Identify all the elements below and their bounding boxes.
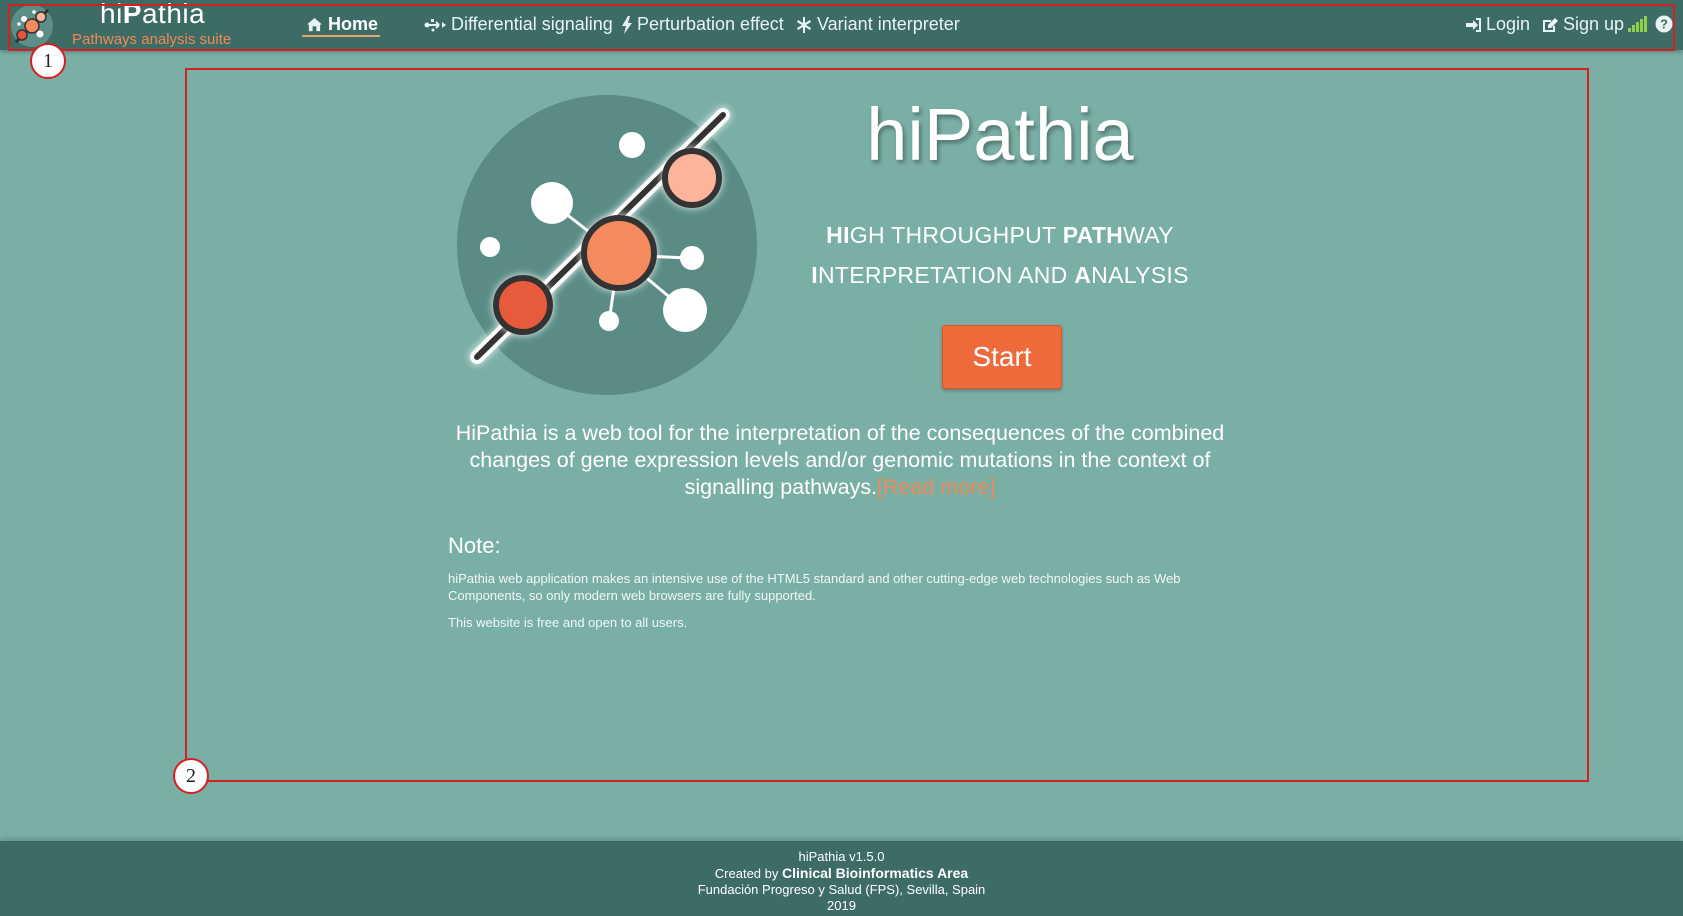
footer: hiPathia v1.5.0 Created by Clinical Bioi… — [0, 841, 1683, 916]
hero-title: hiPathia — [850, 92, 1150, 177]
tagline-1-part-1: HI — [826, 222, 850, 248]
annotation-marker-2: 2 — [173, 758, 209, 794]
footer-org-link[interactable]: Clinical Bioinformatics Area — [782, 865, 968, 881]
description-text: HiPathia is a web tool for the interpret… — [455, 420, 1225, 501]
tagline-1-part-4: WAY — [1123, 222, 1174, 248]
read-more-link[interactable]: [Read more] — [877, 475, 995, 499]
hipathia-hero-logo — [457, 95, 757, 395]
tagline-2-part-4: NALYSIS — [1091, 262, 1189, 288]
footer-created-by: Created by — [714, 866, 779, 881]
tagline-2-part-1: I — [811, 262, 818, 288]
tagline-1-part-3: PATH — [1062, 222, 1124, 248]
note-title: Note: — [448, 533, 501, 558]
tagline-2-part-2: NTERPRETATION AND — [817, 262, 1075, 288]
footer-foundation: Fundación Progreso y Salud (FPS), Sevill… — [697, 882, 986, 897]
tagline-2-part-3: A — [1074, 262, 1092, 288]
start-button[interactable]: Start — [942, 325, 1062, 389]
hero-title-bold: P — [923, 93, 974, 176]
tagline-line-1: HIGH THROUGHPUT PATHWAY — [780, 222, 1220, 249]
note-text-browsers: hiPathia web application makes an intens… — [448, 571, 1181, 603]
tagline-line-2: INTERPRETATION AND ANALYSIS — [780, 262, 1220, 289]
description-body: HiPathia is a web tool for the interpret… — [455, 421, 1225, 499]
note-text-free: This website is free and open to all use… — [448, 615, 688, 630]
annotation-marker-1: 1 — [30, 43, 66, 79]
tagline-1-part-2: GH THROUGHPUT — [849, 222, 1063, 248]
footer-credits: Created by Clinical Bioinformatics Area — [0, 865, 1683, 882]
footer-year: 2019 — [827, 898, 856, 913]
hero-title-prefix: hi — [866, 93, 924, 176]
annotation-box-1 — [8, 4, 1675, 51]
footer-version: hiPathia v1.5.0 — [798, 849, 885, 864]
hero-title-suffix: athia — [973, 93, 1134, 176]
